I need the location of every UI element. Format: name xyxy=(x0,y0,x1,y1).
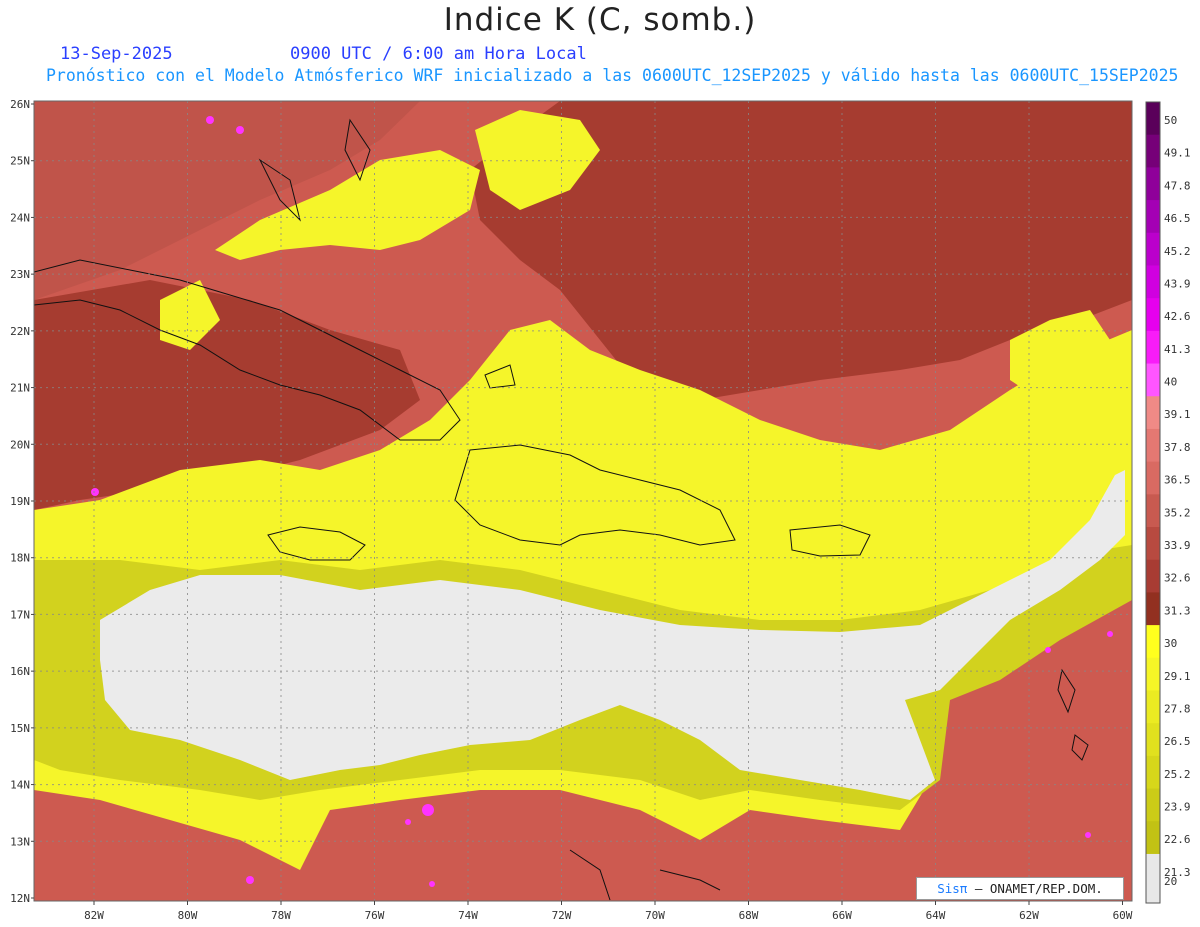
latitude-labels: 26N 25N 24N 23N 22N 21N 20N 19N 18N 17N 16N 15N 14N 1… xyxy=(10,98,34,905)
colorbar-label: 43.9 xyxy=(1164,277,1191,290)
colorbar-label: 32.6 xyxy=(1164,572,1191,585)
latitude-label: 16N xyxy=(10,665,30,678)
colorbar-swatch xyxy=(1146,232,1160,266)
longitude-label: 64W xyxy=(926,909,946,922)
colorbar-label: 36.5 xyxy=(1164,474,1191,487)
credit-text: – ONAMET/REP.DOM. xyxy=(974,881,1103,896)
latitude-label: 13N xyxy=(10,835,30,848)
colorbar-label: 25.2 xyxy=(1164,768,1191,781)
latitude-label: 18N xyxy=(10,552,30,565)
longitude-label: 72W xyxy=(552,909,572,922)
longitude-label: 80W xyxy=(178,909,198,922)
latitude-label: 23N xyxy=(10,268,30,281)
colorbar-swatch xyxy=(1146,559,1160,593)
longitude-label: 76W xyxy=(365,909,385,922)
field-extreme-speck xyxy=(246,876,254,884)
latitude-label: 21N xyxy=(10,382,30,395)
colorbar-label: 33.9 xyxy=(1164,539,1191,552)
k-index-map: 26N 25N 24N 23N 22N 21N 20N 19N 18N 17N 16N 15N 14N 1… xyxy=(10,98,1191,922)
longitude-labels: 82W 80W 78W 76W 74W 72W 70W 68W 66W 64W 62W 60W xyxy=(84,901,1133,922)
colorbar-label: 37.8 xyxy=(1164,441,1191,454)
colorbar-label: 35.2 xyxy=(1164,506,1191,519)
field-extreme-speck xyxy=(1045,647,1051,653)
colorbar-label: 29.1 xyxy=(1164,670,1191,683)
colorbar-label: 40 xyxy=(1164,376,1177,389)
colorbar-label: 27.8 xyxy=(1164,702,1191,715)
colorbar-label: 26.5 xyxy=(1164,735,1191,748)
field-extreme-speck xyxy=(236,126,244,134)
colorbar-label: 45.2 xyxy=(1164,245,1191,258)
colorbar-label: 47.8 xyxy=(1164,179,1191,192)
colorbar-swatch xyxy=(1146,494,1160,528)
longitude-label: 82W xyxy=(84,909,104,922)
longitude-label: 78W xyxy=(271,909,291,922)
colorbar-swatch xyxy=(1146,461,1160,495)
colorbar-swatch xyxy=(1146,200,1160,234)
latitude-label: 14N xyxy=(10,779,30,792)
colorbar-label: 39.1 xyxy=(1164,408,1191,421)
latitude-label: 15N xyxy=(10,722,30,735)
field-extreme-speck xyxy=(1107,631,1113,637)
colorbar-swatch xyxy=(1146,265,1160,299)
colorbar-swatch xyxy=(1146,102,1160,136)
colorbar-swatch xyxy=(1146,298,1160,332)
colorbar-swatch xyxy=(1146,755,1160,790)
latitude-label: 26N xyxy=(10,98,30,111)
colorbar-swatch xyxy=(1146,167,1160,201)
colorbar-label: 50 xyxy=(1164,114,1177,127)
colorbar-swatch xyxy=(1146,657,1160,691)
colorbar-label: 49.1 xyxy=(1164,147,1191,160)
colorbar-label: 22.6 xyxy=(1164,833,1191,846)
colorbar-label: 20 xyxy=(1164,875,1177,888)
latitude-label: 19N xyxy=(10,495,30,508)
colorbar-swatch xyxy=(1146,821,1160,855)
longitude-label: 70W xyxy=(645,909,665,922)
field-extreme-speck xyxy=(422,804,434,816)
longitude-label: 74W xyxy=(458,909,478,922)
colorbar: 50 49.1 47.8 46.5 45.2 43.9 42.6 41.3 40 39.1 37.8… xyxy=(1145,101,1191,904)
latitude-label: 12N xyxy=(10,892,30,905)
colorbar-swatch xyxy=(1146,723,1160,757)
field-extreme-speck xyxy=(1085,832,1091,838)
colorbar-swatch xyxy=(1146,428,1160,463)
colorbar-swatch xyxy=(1146,625,1160,659)
latitude-label: 24N xyxy=(10,211,30,224)
field-extreme-speck xyxy=(405,819,411,825)
latitude-label: 22N xyxy=(10,325,30,338)
latitude-label: 20N xyxy=(10,438,30,451)
longitude-label: 60W xyxy=(1113,909,1133,922)
colorbar-swatch xyxy=(1146,592,1160,626)
colorbar-label: 23.9 xyxy=(1164,801,1191,814)
field-extreme-speck xyxy=(429,881,435,887)
latitude-label: 17N xyxy=(10,608,30,621)
colorbar-swatch xyxy=(1146,853,1160,903)
colorbar-swatch xyxy=(1146,527,1160,561)
colorbar-swatch xyxy=(1146,363,1160,397)
colorbar-swatch xyxy=(1146,330,1160,365)
sis-logo: Sisπ xyxy=(937,881,968,896)
colorbar-swatch xyxy=(1146,690,1160,724)
map-plot-area xyxy=(34,101,1132,901)
colorbar-swatch xyxy=(1146,396,1160,430)
colorbar-label: 41.3 xyxy=(1164,343,1191,356)
field-extreme-speck xyxy=(206,116,214,124)
colorbar-label: 42.6 xyxy=(1164,310,1191,323)
colorbar-swatch xyxy=(1146,134,1160,168)
longitude-label: 66W xyxy=(832,909,852,922)
colorbar-swatch xyxy=(1146,788,1160,822)
field-extreme-speck xyxy=(91,488,99,496)
longitude-label: 62W xyxy=(1019,909,1039,922)
colorbar-label: 30 xyxy=(1164,637,1177,650)
colorbar-label: 31.3 xyxy=(1164,604,1191,617)
longitude-label: 68W xyxy=(739,909,759,922)
colorbar-label: 46.5 xyxy=(1164,212,1191,225)
latitude-label: 25N xyxy=(10,155,30,168)
credit-box: Sisπ – ONAMET/REP.DOM. xyxy=(916,877,1124,900)
